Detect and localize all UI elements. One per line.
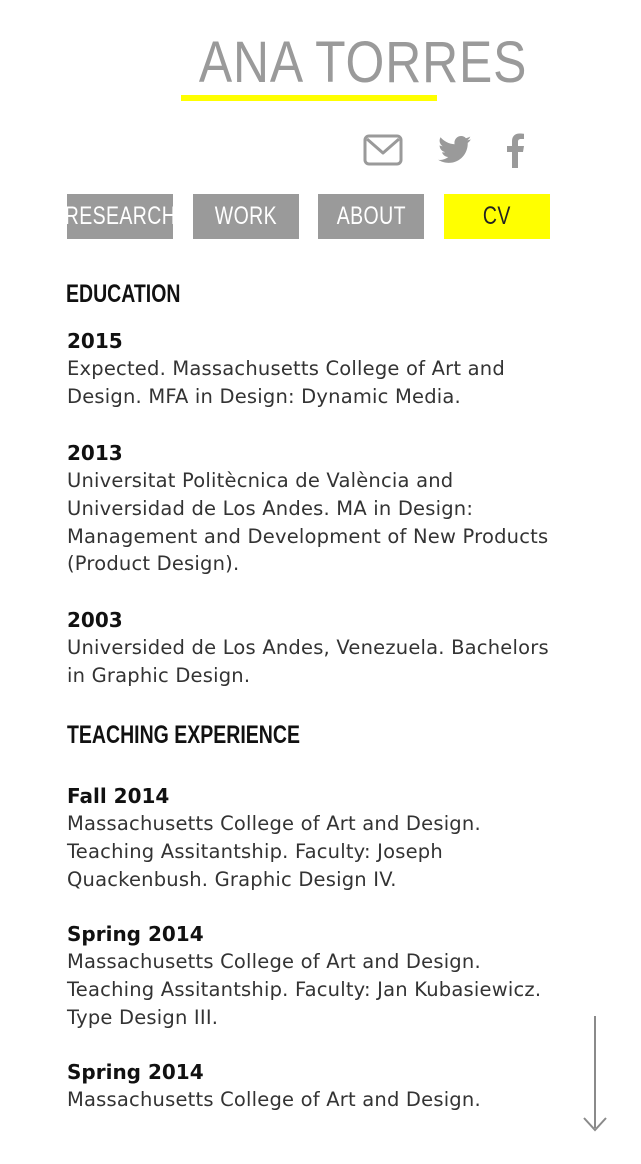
nav-about-button[interactable]: ABOUT	[318, 194, 424, 239]
nav-about-label: ABOUT	[336, 202, 406, 230]
site-title[interactable]: ANA TORRES	[199, 33, 526, 93]
teaching-entry: Spring 2014 Massachusetts College of Art…	[67, 920, 567, 1031]
email-link[interactable]	[362, 128, 404, 172]
teaching-entry: Spring 2014 Massachusetts College of Art…	[67, 1058, 567, 1114]
twitter-link[interactable]	[436, 128, 474, 172]
entry-description: Universided de Los Andes, Venezuela. Bac…	[67, 636, 549, 687]
entry-description: Expected. Massachusetts College of Art a…	[67, 357, 505, 408]
facebook-f-icon	[507, 133, 524, 168]
entry-year: Spring 2014	[67, 1060, 204, 1084]
nav-research-button[interactable]: RESEARCH	[64, 194, 176, 239]
entry-year: Fall 2014	[67, 784, 170, 808]
envelope-icon	[363, 134, 403, 166]
education-entry: 2013 Universitat Politècnica de València…	[67, 439, 567, 578]
entry-description: Massachusetts College of Art and Design.…	[67, 812, 481, 891]
entry-year: Spring 2014	[67, 922, 204, 946]
facebook-link[interactable]	[500, 128, 530, 172]
nav-research-label: RESEARCH	[64, 202, 176, 230]
teaching-heading: TEACHING EXPERIENCE	[67, 721, 300, 749]
nav-work-button[interactable]: WORK	[193, 194, 299, 239]
entry-year: 2003	[67, 608, 123, 632]
entry-description: Universitat Politècnica de València and …	[67, 469, 549, 576]
nav-cv-label: CV	[483, 202, 511, 230]
twitter-bird-icon	[438, 136, 472, 163]
entry-description: Massachusetts College of Art and Design.	[67, 1088, 481, 1111]
teaching-entry: Fall 2014 Massachusetts College of Art a…	[67, 782, 567, 893]
nav-work-label: WORK	[214, 202, 278, 230]
scroll-down-button[interactable]	[582, 1014, 608, 1134]
education-entry: 2003 Universided de Los Andes, Venezuela…	[67, 606, 567, 690]
education-heading: EDUCATION	[66, 280, 181, 308]
arrow-down-icon	[583, 1016, 607, 1132]
nav-cv-button[interactable]: CV	[444, 194, 550, 239]
entry-year: 2013	[67, 441, 123, 465]
education-entry: 2015 Expected. Massachusetts College of …	[67, 327, 567, 411]
title-underline	[181, 95, 437, 101]
entry-year: 2015	[67, 329, 123, 353]
entry-description: Massachusetts College of Art and Design.…	[67, 950, 542, 1029]
